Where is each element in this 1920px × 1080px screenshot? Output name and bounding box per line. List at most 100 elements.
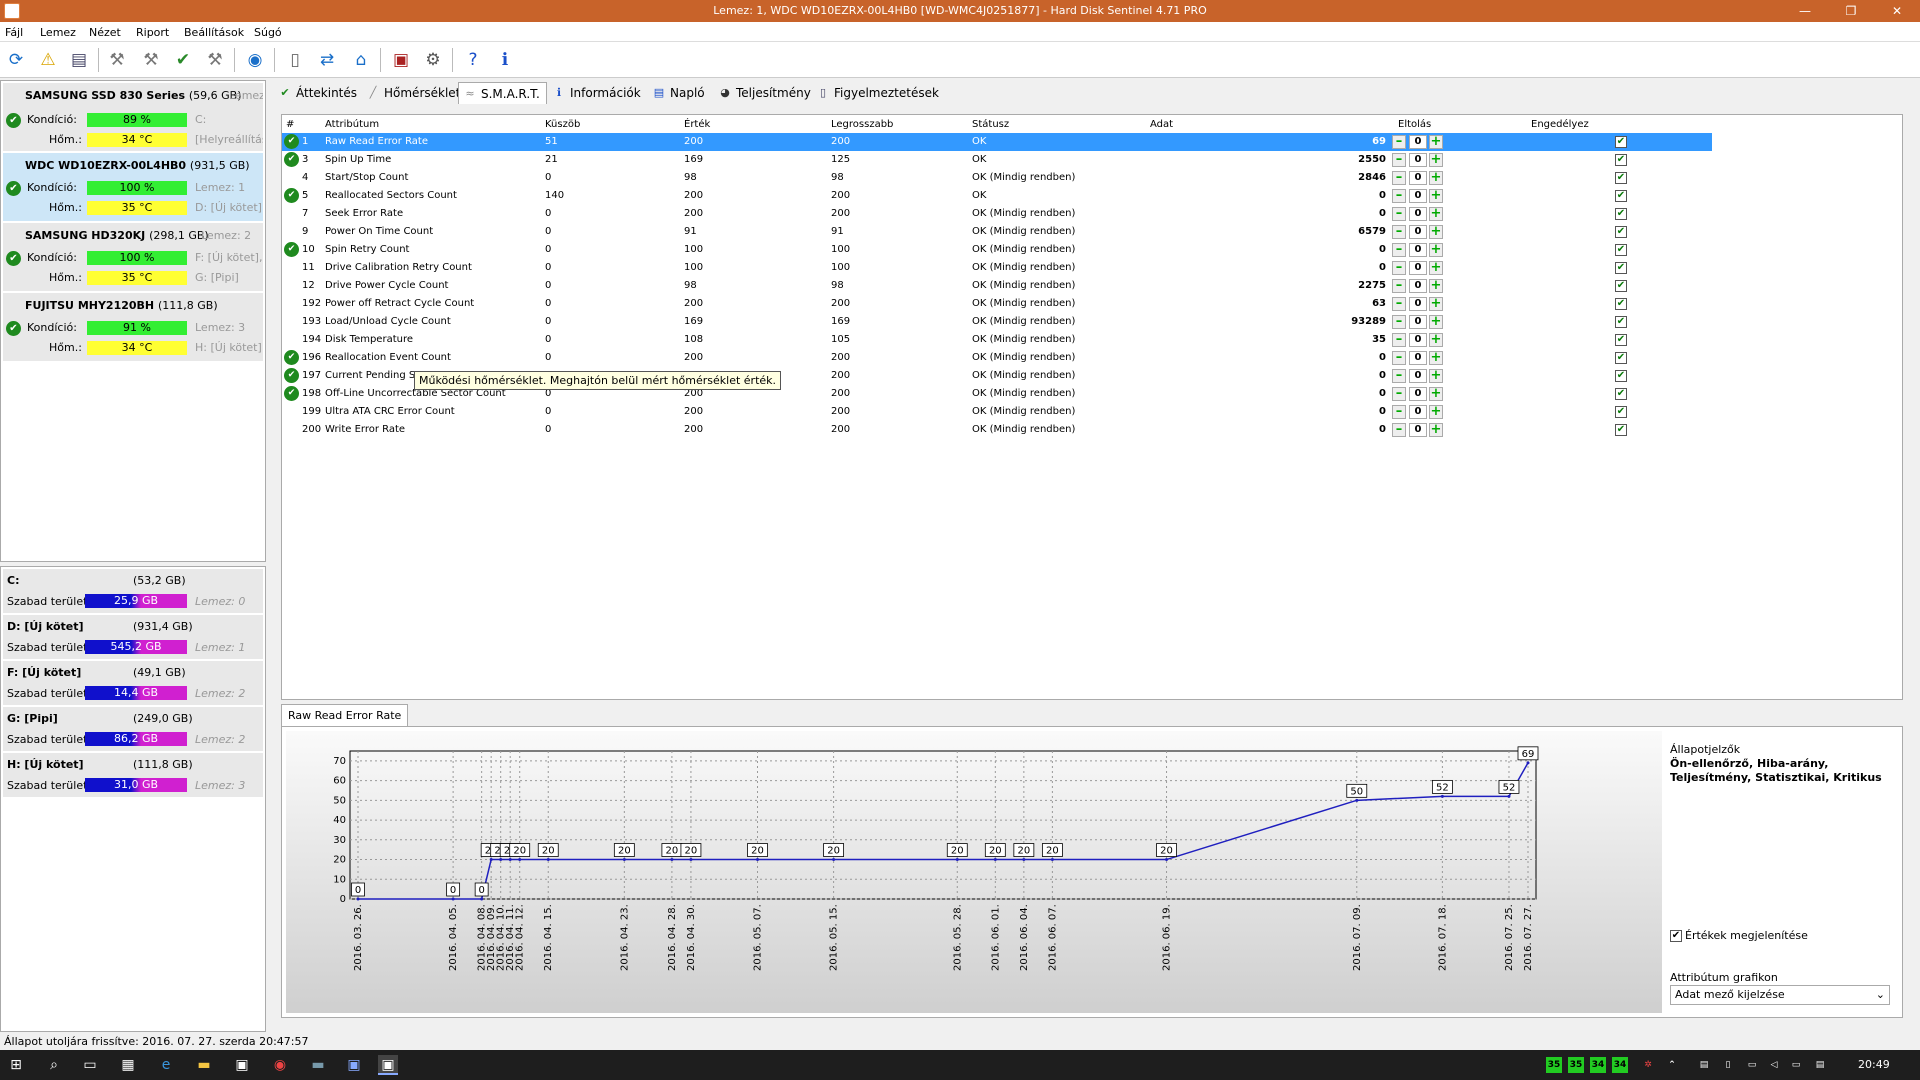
col-header-data[interactable]: Adat (1150, 119, 1173, 130)
disk-item[interactable]: SAMSUNG SSD 830 Series (59,6 GB) Lemez: … (3, 83, 263, 151)
tray-battery-icon[interactable]: ▯ (1720, 1057, 1736, 1073)
offset-field[interactable]: 0 (1409, 279, 1427, 293)
disk-tool-icon[interactable]: ⚒ (104, 47, 130, 73)
table-row[interactable]: 4 Start/Stop Count 0 98 98 OK (Mindig rendben… (282, 169, 1712, 187)
disk-tool-3-icon[interactable]: ⚒ (202, 47, 228, 73)
offset-decrease-button[interactable]: – (1392, 297, 1406, 311)
offset-increase-button[interactable]: + (1429, 423, 1443, 437)
offset-increase-button[interactable]: + (1429, 189, 1443, 203)
app-icon[interactable]: ▣ (344, 1055, 364, 1075)
app-icon[interactable]: ▬ (308, 1055, 328, 1075)
offset-field[interactable]: 0 (1409, 207, 1427, 221)
enable-checkbox[interactable]: ✔ (1615, 244, 1627, 256)
table-row[interactable]: 12 Drive Power Cycle Count 0 98 98 OK (Mindig… (282, 277, 1712, 295)
enable-checkbox[interactable]: ✔ (1615, 190, 1627, 202)
enable-checkbox[interactable]: ✔ (1615, 370, 1627, 382)
report-icon[interactable]: ▤ (66, 47, 92, 73)
offset-field[interactable]: 0 (1409, 351, 1427, 365)
menu-riport[interactable]: Riport (136, 26, 169, 39)
col-header-attribute[interactable]: Attribútum (325, 119, 379, 130)
graph-tab[interactable]: Raw Read Error Rate (281, 704, 409, 726)
offset-decrease-button[interactable]: – (1392, 369, 1406, 383)
tray-temp-4[interactable]: 34 (1612, 1057, 1628, 1073)
minimize-button[interactable]: — (1782, 0, 1828, 22)
offset-increase-button[interactable]: + (1429, 135, 1443, 149)
table-row[interactable]: ✔ 1 Raw Read Error Rate 51 200 200 OK 69–0 + ✔ (282, 133, 1712, 151)
offset-increase-button[interactable]: + (1429, 225, 1443, 239)
offset-decrease-button[interactable]: – (1392, 315, 1406, 329)
enable-checkbox[interactable]: ✔ (1615, 208, 1627, 220)
offset-increase-button[interactable]: + (1429, 333, 1443, 347)
refresh-icon[interactable]: ⟳ (3, 47, 29, 73)
offset-decrease-button[interactable]: – (1392, 225, 1406, 239)
offset-field[interactable]: 0 (1409, 243, 1427, 257)
offset-decrease-button[interactable]: – (1392, 387, 1406, 401)
globe-icon[interactable]: ◉ (242, 47, 268, 73)
disk-tool-2-icon[interactable]: ⚒ (138, 47, 164, 73)
enable-checkbox[interactable]: ✔ (1615, 136, 1627, 148)
show-values-checkbox[interactable]: ✔ Értékek megjelenítése (1670, 929, 1808, 942)
tray-chevron-icon[interactable]: ⌃ (1664, 1057, 1680, 1073)
chrome-icon[interactable]: ◉ (270, 1055, 290, 1075)
table-row[interactable]: ✔ 3 Spin Up Time 21 169 125 OK 2550–0 + ✔ (282, 151, 1712, 169)
offset-field[interactable]: 0 (1409, 369, 1427, 383)
enable-checkbox[interactable]: ✔ (1615, 226, 1627, 238)
windows-start-icon[interactable]: ⊞ (6, 1055, 26, 1075)
tab-teljesitmeny[interactable]: ◕ Teljesítmény (714, 82, 811, 104)
enable-checkbox[interactable]: ✔ (1615, 298, 1627, 310)
volume-item[interactable]: C: (53,2 GB) Szabad terület 25,9 GB Leme… (3, 569, 263, 613)
table-row[interactable]: 7 Seek Error Rate 0 200 200 OK (Mindig rendbe… (282, 205, 1712, 223)
menu-fajl[interactable]: Fájl (5, 26, 23, 39)
table-row[interactable]: 199 Ultra ATA CRC Error Count 0 200 200 OK (M… (282, 403, 1712, 421)
enable-checkbox[interactable]: ✔ (1615, 406, 1627, 418)
tab-informaciok[interactable]: ℹ Információk (548, 82, 641, 104)
enable-checkbox[interactable]: ✔ (1615, 334, 1627, 346)
table-row[interactable]: 193 Load/Unload Cycle Count 0 169 169 OK (Min… (282, 313, 1712, 331)
search-icon[interactable]: ⌕ (44, 1055, 64, 1075)
enable-checkbox[interactable]: ✔ (1615, 262, 1627, 274)
disk-ok-icon[interactable]: ✔ (170, 47, 196, 73)
maximize-button[interactable]: ❐ (1828, 0, 1874, 22)
volume-item[interactable]: H: [Új kötet] (111,8 GB) Szabad terület … (3, 753, 263, 797)
tray-temp-1[interactable]: 35 (1546, 1057, 1562, 1073)
file-explorer-icon[interactable]: ▬ (194, 1055, 214, 1075)
hd-sentinel-taskbar-icon[interactable]: ▣ (378, 1055, 398, 1075)
offset-increase-button[interactable]: + (1429, 351, 1443, 365)
offset-decrease-button[interactable]: – (1392, 171, 1406, 185)
offset-field[interactable]: 0 (1409, 153, 1427, 167)
offset-field[interactable]: 0 (1409, 297, 1427, 311)
tab-homerseklet[interactable]: ╱ Hőmérséklet (362, 82, 461, 104)
offset-decrease-button[interactable]: – (1392, 279, 1406, 293)
warning-icon[interactable]: ⚠ (35, 47, 61, 73)
offset-decrease-button[interactable]: – (1392, 405, 1406, 419)
offset-field[interactable]: 0 (1409, 405, 1427, 419)
tab-naplo[interactable]: ▤ Napló (648, 82, 705, 104)
offset-field[interactable]: 0 (1409, 189, 1427, 203)
tray-message-icon[interactable]: ▤ (1812, 1057, 1828, 1073)
edge-icon[interactable]: e (156, 1055, 176, 1075)
disk-item[interactable]: SAMSUNG HD320KJ (298,1 GB) Lemez: 2 ✔ Ko… (3, 223, 263, 291)
table-row[interactable]: ✔ 196 Reallocation Event Count 0 200 200 OK (M… (282, 349, 1712, 367)
offset-decrease-button[interactable]: – (1392, 135, 1406, 149)
close-button[interactable]: ✕ (1874, 0, 1920, 22)
menu-beallitasok[interactable]: Beállítások (184, 26, 244, 39)
tab-smart[interactable]: ≈ S.M.A.R.T. (458, 82, 547, 104)
calculator-icon[interactable]: ▦ (118, 1055, 138, 1075)
offset-increase-button[interactable]: + (1429, 279, 1443, 293)
volume-item[interactable]: F: [Új kötet] (49,1 GB) Szabad terület 1… (3, 661, 263, 705)
menu-nezet[interactable]: Nézet (89, 26, 121, 39)
offset-increase-button[interactable]: + (1429, 387, 1443, 401)
tray-temp-2[interactable]: 35 (1568, 1057, 1584, 1073)
volume-item[interactable]: G: [Pipi] (249,0 GB) Szabad terület 86,2… (3, 707, 263, 751)
enable-checkbox[interactable]: ✔ (1615, 316, 1627, 328)
offset-field[interactable]: 0 (1409, 135, 1427, 149)
menu-lemez[interactable]: Lemez (40, 26, 76, 39)
col-header-status[interactable]: Státusz (972, 119, 1009, 130)
table-row[interactable]: 9 Power On Time Count 0 91 91 OK (Mindig rend… (282, 223, 1712, 241)
col-header-num[interactable]: # (286, 119, 294, 130)
tab-figyelmeztetesek[interactable]: ▯ Figyelmeztetések (812, 82, 939, 104)
col-header-worst[interactable]: Legrosszabb (831, 119, 893, 130)
offset-increase-button[interactable]: + (1429, 405, 1443, 419)
offset-field[interactable]: 0 (1409, 171, 1427, 185)
offset-increase-button[interactable]: + (1429, 207, 1443, 221)
